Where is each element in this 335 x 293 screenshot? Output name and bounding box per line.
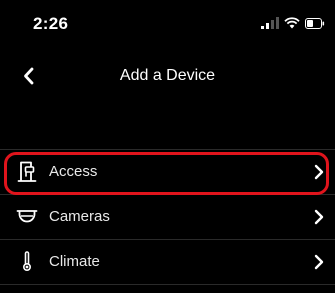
signal-icon (261, 17, 279, 29)
list-item-access[interactable]: Access (0, 149, 335, 195)
chevron-right-icon (314, 254, 324, 270)
list-item-label: Access (49, 163, 98, 180)
door-access-icon (17, 161, 37, 182)
device-category-list: Access Cameras Climate (0, 149, 335, 285)
nav-bar: Add a Device (0, 52, 335, 100)
list-item-label: Cameras (49, 208, 110, 225)
battery-icon (305, 17, 325, 29)
list-item-climate[interactable]: Climate (0, 240, 335, 285)
status-icons (261, 16, 325, 30)
camera-icon (16, 210, 38, 223)
status-bar: 2:26 (0, 0, 335, 46)
chevron-right-icon (314, 209, 324, 225)
list-item-label: Climate (49, 253, 100, 270)
wifi-icon (284, 17, 300, 29)
status-time: 2:26 (33, 14, 69, 33)
screen: 2:26 Add a Device Access Cameras Climate (0, 0, 335, 293)
page-title: Add a Device (119, 67, 216, 84)
thermometer-icon (23, 251, 32, 272)
chevron-right-icon (314, 164, 324, 180)
list-item-cameras[interactable]: Cameras (0, 195, 335, 240)
